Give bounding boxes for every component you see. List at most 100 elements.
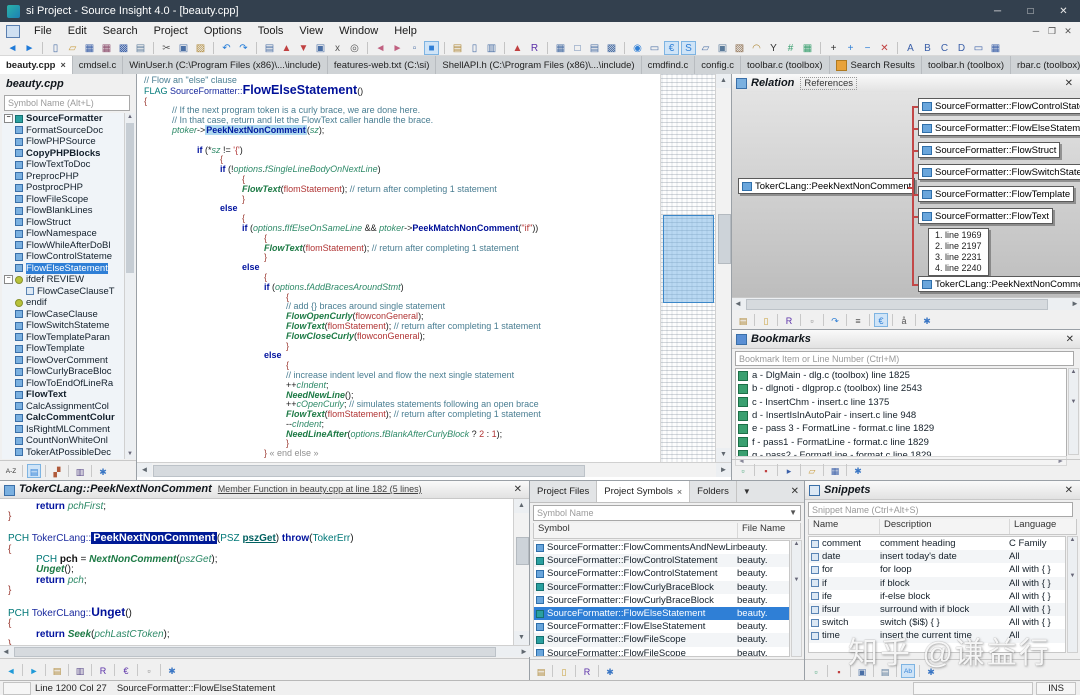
- table-row[interactable]: SourceFormatter::FlowFileScopebeauty.: [534, 647, 789, 658]
- symbol-item[interactable]: TokerAtPossibleDec: [2, 447, 124, 459]
- relation-node[interactable]: SourceFormatter::FlowElseStatement: [918, 120, 1080, 136]
- scroll-down-icon[interactable]: ▼: [514, 631, 529, 645]
- tab-toolbar.h[interactable]: toolbar.h (toolbox): [922, 56, 1011, 74]
- relation-node[interactable]: TokerCLang::PeekNextNonComment: [738, 178, 915, 194]
- new-snippet-icon[interactable]: ▫: [809, 664, 823, 678]
- save-all-icon[interactable]: ▩: [116, 41, 131, 55]
- favorite-a-icon[interactable]: A: [903, 41, 918, 55]
- book-view-icon[interactable]: ▥: [73, 663, 87, 677]
- context-settings-icon[interactable]: ✱: [165, 663, 179, 677]
- symbol-item[interactable]: FlowElseStatement: [2, 263, 124, 275]
- relation-node[interactable]: SourceFormatter::FlowSwitchStatement: [918, 164, 1080, 180]
- symbol-item[interactable]: IsRightMLComment: [2, 424, 124, 436]
- new-relation-icon[interactable]: ▱: [698, 41, 713, 55]
- symbol-item[interactable]: FlowStruct: [2, 217, 124, 229]
- open-file-icon[interactable]: ▱: [65, 41, 80, 55]
- refresh-relation-icon[interactable]: ↷: [828, 313, 842, 327]
- relation-node[interactable]: SourceFormatter::FlowControlStatemen: [918, 98, 1080, 114]
- symbol-item[interactable]: FlowFileScope: [2, 194, 124, 206]
- list-view-icon[interactable]: ≡: [851, 313, 865, 327]
- relation-node[interactable]: SourceFormatter::FlowStruct: [918, 142, 1060, 158]
- editor-minimap[interactable]: [660, 74, 715, 462]
- editor-horizontal-scrollbar[interactable]: ◄ ►: [137, 462, 731, 477]
- scroll-up-icon[interactable]: ▲: [716, 74, 731, 88]
- tab-WinUser.h[interactable]: WinUser.h (C:\Program Files (x86)\...\in…: [123, 56, 328, 74]
- context-window-icon[interactable]: S: [681, 41, 696, 55]
- favorite-e-icon[interactable]: ▭: [971, 41, 986, 55]
- tab-featuresweb.txt[interactable]: features-web.txt (C:\si): [328, 56, 437, 74]
- minimap-viewport[interactable]: [663, 215, 714, 303]
- redo-icon[interactable]: ↷: [236, 41, 251, 55]
- table-row[interactable]: SourceFormatter::FlowCommentsAndNewLineb…: [534, 541, 789, 554]
- symbol-item[interactable]: FlowTemplate: [2, 343, 124, 355]
- tab-project-symbols[interactable]: Project Symbols×: [597, 481, 690, 502]
- browse-project-icon[interactable]: ▤: [450, 41, 465, 55]
- add-watch-icon[interactable]: +: [826, 41, 841, 55]
- symbol-item[interactable]: −SourceFormatter: [2, 113, 124, 125]
- table-row[interactable]: SourceFormatter::FlowFileScopebeauty.: [534, 633, 789, 646]
- bookmark-item[interactable]: e - pass 3 - FormatLine - format.c line …: [736, 422, 1066, 435]
- scroll-down-icon[interactable]: ▼: [716, 448, 731, 462]
- project-settings-icon[interactable]: ✱: [603, 664, 617, 678]
- clip-view-icon[interactable]: ▯: [557, 664, 571, 678]
- group-types-icon[interactable]: ▞: [50, 464, 64, 478]
- save-icon[interactable]: ▦: [82, 41, 97, 55]
- tab-Search[interactable]: Search Results: [830, 56, 922, 74]
- web-lookup-icon[interactable]: ◠: [749, 41, 764, 55]
- relation-node[interactable]: SourceFormatter::FlowTemplate: [918, 186, 1074, 202]
- goto-bookmark-icon[interactable]: ▸: [782, 463, 796, 477]
- relation-settings-icon[interactable]: ✱: [920, 313, 934, 327]
- close-icon[interactable]: ✕: [1063, 334, 1077, 345]
- tab-toolbar.c[interactable]: toolbar.c (toolbox): [741, 56, 830, 74]
- symbol-item[interactable]: FlowWhileAfterDoBl: [2, 240, 124, 252]
- scroll-thumb[interactable]: [153, 465, 585, 477]
- play-macro-icon[interactable]: R: [96, 663, 110, 677]
- scroll-up-icon[interactable]: ▲: [514, 499, 529, 513]
- favorite-b-icon[interactable]: B: [920, 41, 935, 55]
- context-forward-icon[interactable]: ►: [27, 663, 41, 677]
- context-symbol-info[interactable]: Member Function in beauty.cpp at line 18…: [218, 484, 422, 494]
- tab-rbar.c[interactable]: rbar.c (toolbox): [1011, 56, 1080, 74]
- tab-beauty.cpp[interactable]: beauty.cpp×: [0, 56, 73, 74]
- play-macro-icon[interactable]: R: [782, 313, 796, 327]
- project-symbols-icon[interactable]: ▤: [534, 664, 548, 678]
- menu-search[interactable]: Search: [95, 23, 146, 39]
- search-backward-icon[interactable]: ◄: [373, 41, 388, 55]
- context-vertical-scrollbar[interactable]: ▲ ▼: [513, 499, 529, 645]
- relation-node[interactable]: SourceFormatter::FlowText: [918, 208, 1053, 224]
- scroll-right-icon[interactable]: ►: [518, 646, 530, 657]
- table-row[interactable]: SourceFormatter::FlowControlStatementbea…: [534, 554, 789, 567]
- relation-horizontal-scrollbar[interactable]: ◄ ►: [732, 297, 1080, 310]
- relation-node[interactable]: TokerCLang::PeekNextNonComment: [918, 276, 1080, 292]
- symbol-item[interactable]: FlowControlStateme: [2, 251, 124, 263]
- symbol-item[interactable]: FlowCaseClauseT: [2, 286, 124, 298]
- indent-plus-icon[interactable]: +: [843, 41, 858, 55]
- relation-graph[interactable]: TokerCLang::PeekNextNonCommentSourceForm…: [732, 92, 1080, 297]
- favorite-d-icon[interactable]: D: [954, 41, 969, 55]
- scroll-thumb[interactable]: [516, 537, 529, 565]
- play-macro-icon[interactable]: R: [580, 664, 594, 678]
- tile-vertical-icon[interactable]: ▤: [587, 41, 602, 55]
- save-as-icon[interactable]: ▦: [99, 41, 114, 55]
- menu-help[interactable]: Help: [386, 23, 425, 39]
- mdi-close-button[interactable]: ✕: [1060, 26, 1076, 37]
- cut-icon[interactable]: ✂: [159, 41, 174, 55]
- bookmark-item[interactable]: a - DlgMain - dlg.c (toolbox) line 1825: [736, 369, 1066, 382]
- close-icon[interactable]: ✕: [511, 484, 525, 495]
- menu-edit[interactable]: Edit: [60, 23, 95, 39]
- back-icon[interactable]: ◄: [5, 41, 20, 55]
- touch-file-icon[interactable]: ▧: [732, 41, 747, 55]
- scroll-thumb[interactable]: [746, 299, 1048, 310]
- bookmark-settings-icon[interactable]: ✱: [851, 463, 865, 477]
- tab-project-files[interactable]: Project Files: [530, 481, 597, 502]
- collapse-icon[interactable]: −: [4, 114, 13, 123]
- snippet-search-input[interactable]: [808, 502, 1073, 517]
- symbol-item[interactable]: FlowNamespace: [2, 228, 124, 240]
- table-row[interactable]: dateinsert today's dateAll: [809, 550, 1065, 563]
- close-icon[interactable]: ✕: [1062, 78, 1076, 89]
- symbol-item[interactable]: CalcAssignmentCol: [2, 401, 124, 413]
- hierarchy-view-icon[interactable]: å: [897, 313, 911, 327]
- new-clip-icon[interactable]: ▫: [407, 41, 422, 55]
- table-row[interactable]: SourceFormatter::FlowCurlyBraceBlockbeau…: [534, 594, 789, 607]
- symbol-window-icon[interactable]: ▣: [313, 41, 328, 55]
